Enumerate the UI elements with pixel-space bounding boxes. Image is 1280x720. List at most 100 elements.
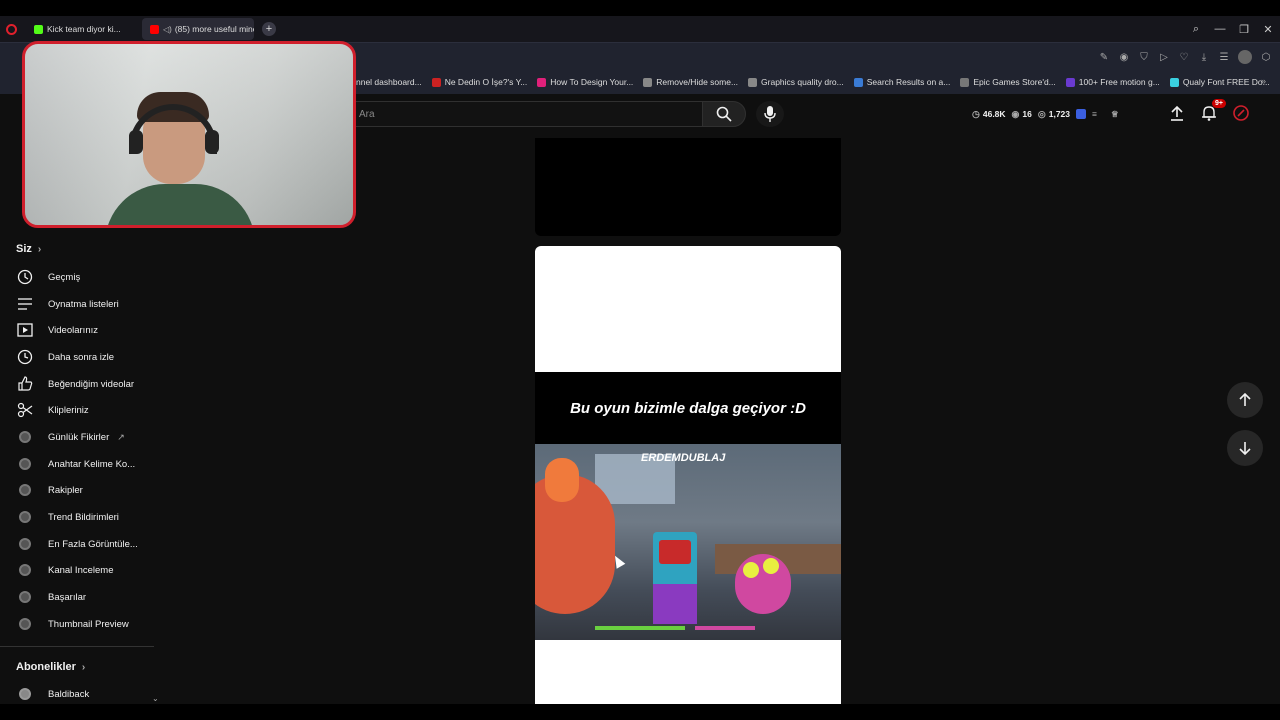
restore-button[interactable]: ❐ xyxy=(1232,23,1256,36)
tab-kick[interactable]: Kick team diyor ki... xyxy=(26,18,138,40)
notification-badge: 9+ xyxy=(1212,99,1226,108)
likes-value: 16 xyxy=(1022,109,1032,119)
sidebar-ext-item[interactable]: Trend Bildirimleri xyxy=(16,504,156,530)
opera-logo-icon[interactable] xyxy=(0,16,22,42)
minimize-button[interactable]: — xyxy=(1208,23,1232,35)
bottom-edge xyxy=(0,704,1280,720)
previous-short-button[interactable] xyxy=(1227,382,1263,418)
bookmark-label: How To Design Your... xyxy=(550,77,634,87)
thumbs-up-icon xyxy=(16,376,34,392)
header-actions: 9+ xyxy=(1168,99,1250,122)
bookmark-item[interactable]: nnel dashboard... xyxy=(356,77,422,87)
bookmark-item[interactable]: Search Results on a... xyxy=(853,77,950,87)
sidebar-ext-item[interactable]: En Fazla Görüntüle... xyxy=(16,531,156,557)
bookmark-item[interactable]: Epic Games Store'd... xyxy=(960,77,1056,87)
bookmark-item[interactable]: How To Design Your... xyxy=(537,77,633,87)
sidebar-item-playlists[interactable]: Oynatma listeleri xyxy=(16,291,156,317)
bookmark-label: Graphics quality dro... xyxy=(761,77,844,87)
close-button[interactable]: ✕ xyxy=(1256,23,1280,36)
youtube-icon xyxy=(150,24,159,34)
sidebar-item-history[interactable]: Geçmiş xyxy=(16,264,156,290)
search-input[interactable]: Ara xyxy=(350,101,702,127)
bookmark-label: Remove/Hide some... xyxy=(656,77,739,87)
sidebar-ext-item[interactable]: Rakipler xyxy=(16,477,156,503)
browser-tab-bar: Kick team diyor ki... ◁) (85) more usefu… xyxy=(0,16,1280,42)
speaker-icon[interactable]: ◁) xyxy=(163,25,172,34)
watermark-text: ERDEMDUBLAJ xyxy=(641,452,726,464)
bookmark-label: Qualy Font FREE Do... xyxy=(1182,77,1270,87)
sidebar-item-clips[interactable]: Klipleriniz xyxy=(16,397,156,423)
play-icon[interactable]: ▷ xyxy=(1158,52,1170,63)
sidebar-item-label: Oynatma listeleri xyxy=(48,298,119,310)
sidebar-item-label: Kanal Inceleme xyxy=(48,564,114,576)
sidebar-ext-item[interactable]: Başarılar xyxy=(16,584,156,610)
extension-logo-icon xyxy=(19,484,31,496)
extensions-icon[interactable]: ⬡ xyxy=(1260,52,1272,63)
likes-stat: ◉ 16 xyxy=(1012,109,1032,120)
profile-avatar[interactable] xyxy=(1238,50,1252,64)
sidebar-item-your-videos[interactable]: Videolarınız xyxy=(16,317,156,343)
playlist-icon xyxy=(16,297,34,311)
download-icon[interactable]: ⤓ xyxy=(1198,52,1210,63)
gameplay-frame: ERDEMDUBLAJ xyxy=(535,444,841,640)
bookmark-label: 100+ Free motion g... xyxy=(1078,77,1160,87)
extension-logo-icon xyxy=(19,431,31,443)
views-stat: ◷ 46.8K xyxy=(972,109,1006,120)
camera-icon[interactable]: ◉ xyxy=(1118,52,1130,63)
award-icon[interactable]: ♕ xyxy=(1111,109,1119,120)
edit-icon[interactable]: ✎ xyxy=(1098,52,1110,63)
screen: Kick team diyor ki... ◁) (85) more usefu… xyxy=(0,0,1280,720)
sidebar-item-liked-videos[interactable]: Beğendiğim videolar xyxy=(16,371,156,397)
game-character-head xyxy=(545,458,579,502)
voice-search-button[interactable] xyxy=(756,101,784,127)
previous-short[interactable] xyxy=(535,138,841,236)
shield-icon[interactable]: ⛉ xyxy=(1138,52,1150,63)
bookmark-icon xyxy=(431,77,441,87)
menu-icon[interactable]: ☰ xyxy=(1218,52,1230,63)
upload-button[interactable] xyxy=(1168,104,1186,122)
sidebar-item-label: Rakipler xyxy=(48,484,83,496)
headphone-cup xyxy=(205,130,219,154)
toolbar-icons: ✎ ◉ ⛉ ▷ ♡ ⤓ ☰ ⬡ xyxy=(1098,43,1272,71)
bookmark-item[interactable]: Remove/Hide some... xyxy=(643,77,738,87)
next-short-button[interactable] xyxy=(1227,430,1263,466)
chevron-down-icon[interactable]: ⌄ xyxy=(152,694,159,703)
sort-icon[interactable]: ≡ xyxy=(1092,109,1097,119)
channel-avatar-icon xyxy=(1233,105,1249,121)
short-caption-text: Bu oyun bizimle dalga geçiyor :D xyxy=(570,399,806,417)
sidebar-ext-item[interactable]: Günlük Fikirler ↗ xyxy=(16,424,156,450)
sidebar-item-label: En Fazla Görüntüle... xyxy=(48,538,138,550)
sidebar-ext-item[interactable]: Kanal Inceleme xyxy=(16,557,156,583)
search-tabs-icon[interactable]: ⌕ xyxy=(1184,23,1208,36)
bookmark-item[interactable]: 100+ Free motion g... xyxy=(1065,77,1160,87)
subscriptions-heading[interactable]: Abonelikler › xyxy=(16,661,85,673)
game-character-eye xyxy=(763,558,779,574)
tab-youtube[interactable]: ◁) (85) more useful mine xyxy=(142,18,254,40)
you-section-heading[interactable]: Siz › xyxy=(16,243,41,255)
notifications-button[interactable]: 9+ xyxy=(1200,99,1226,122)
bookmark-icon xyxy=(748,77,758,87)
sidebar-item-watch-later[interactable]: Daha sonra izle xyxy=(16,344,156,370)
bookmark-item[interactable]: Graphics quality dro... xyxy=(748,77,844,87)
new-tab-button[interactable]: + xyxy=(262,22,276,36)
chevron-right-icon: › xyxy=(81,661,86,673)
you-heading-label: Siz xyxy=(16,243,32,255)
kick-icon xyxy=(34,24,43,34)
search-button[interactable] xyxy=(702,101,746,127)
sidebar-item-label: Trend Bildirimleri xyxy=(48,511,119,523)
eye-icon: ◎ xyxy=(1037,108,1046,119)
webcam-overlay xyxy=(22,41,356,228)
current-short[interactable]: Bu oyun bizimle dalga geçiyor :D ERDEMDU… xyxy=(535,246,841,704)
account-button[interactable] xyxy=(1232,104,1250,122)
sidebar-ext-item[interactable]: Anahtar Kelime Ko... xyxy=(16,451,156,477)
chevron-right-icon: › xyxy=(37,243,42,255)
extension-icon[interactable] xyxy=(1076,109,1087,119)
bookmark-item[interactable]: Qualy Font FREE Do... xyxy=(1169,77,1270,87)
sidebar-ext-item[interactable]: Thumbnail Preview xyxy=(16,611,156,637)
bookmark-icon xyxy=(960,77,970,87)
more-bookmarks-icon[interactable]: » xyxy=(1261,76,1266,86)
bookmark-item[interactable]: Ne Dedin O İşe?'s Y... xyxy=(431,77,527,87)
sidebar-divider xyxy=(0,646,154,647)
microphone-icon xyxy=(764,106,776,122)
heart-icon[interactable]: ♡ xyxy=(1178,52,1190,63)
